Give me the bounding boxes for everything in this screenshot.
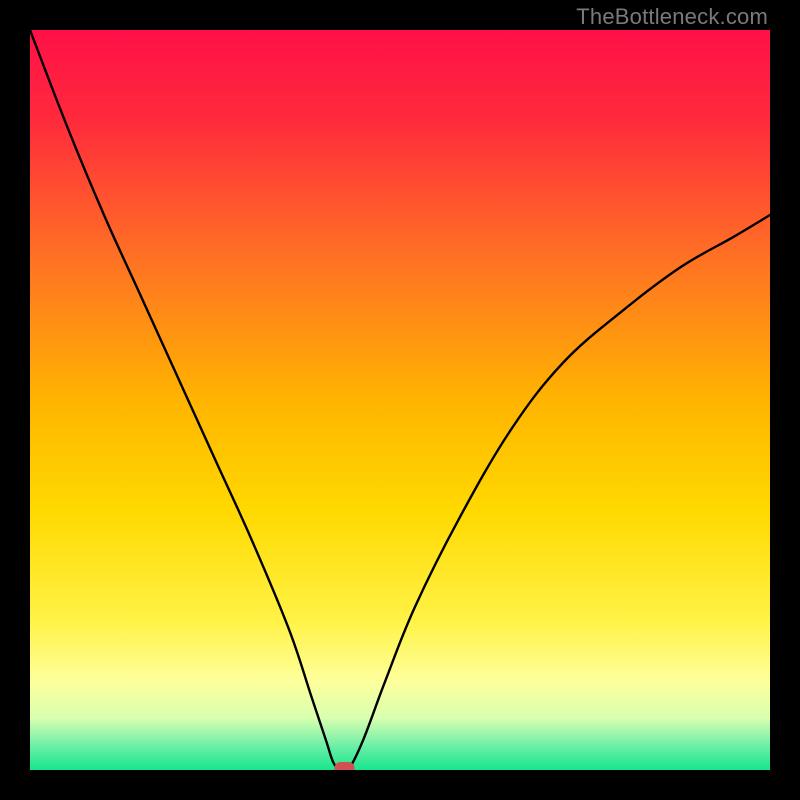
optimal-marker [335, 762, 355, 770]
gradient-background [30, 30, 770, 770]
plot-area [30, 30, 770, 770]
bottleneck-chart [30, 30, 770, 770]
watermark-text: TheBottleneck.com [576, 4, 768, 30]
chart-frame: TheBottleneck.com [0, 0, 800, 800]
